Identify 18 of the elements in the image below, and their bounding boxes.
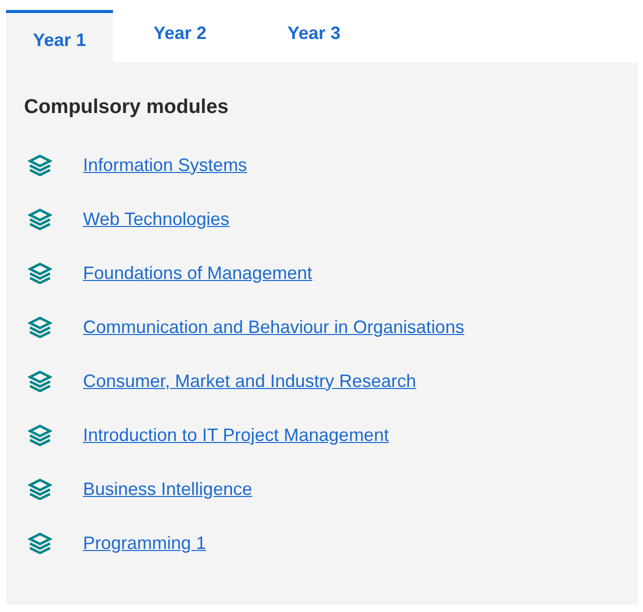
layers-icon	[28, 154, 52, 176]
module-link[interactable]: Web Technologies	[83, 208, 230, 230]
layers-icon	[28, 424, 52, 446]
module-link[interactable]: Consumer, Market and Industry Research	[83, 370, 416, 392]
layers-icon	[28, 208, 52, 230]
section-heading: Compulsory modules	[24, 96, 230, 119]
module-link[interactable]: Programming 1	[83, 532, 206, 554]
module-link[interactable]: Communication and Behaviour in Organisations	[83, 316, 464, 338]
layers-icon	[28, 478, 52, 500]
layers-icon	[28, 532, 52, 554]
year-tab[interactable]: Year 1	[6, 10, 113, 62]
module-link[interactable]: Foundations of Management	[83, 262, 312, 284]
layers-icon	[28, 262, 52, 284]
layers-icon	[28, 370, 52, 392]
module-link[interactable]: Information Systems	[83, 154, 248, 176]
layers-icon	[28, 316, 52, 338]
module-link[interactable]: Introduction to IT Project Management	[83, 424, 389, 446]
module-link[interactable]: Business Intelligence	[83, 478, 252, 500]
